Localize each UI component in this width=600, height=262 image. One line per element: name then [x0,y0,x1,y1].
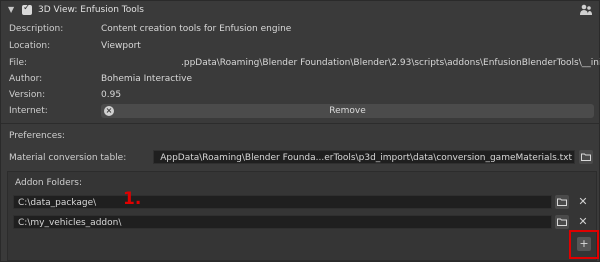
description-value: Content creation tools for Enfusion engi… [101,24,292,34]
addon-folder-path-2[interactable]: C:\my_vehicles_addon\ [13,215,552,229]
version-label: Version: [9,90,46,100]
material-table-label: Material conversion table: [9,153,127,163]
folder-icon [581,153,591,161]
author-value: Bohemia Interactive [101,74,193,84]
file-value: .ppData\Roaming\Blender Foundation\Blend… [181,58,600,68]
remove-button[interactable]: × Remove [101,104,594,118]
addon-folder-browse-2[interactable] [555,215,569,229]
location-value: Viewport [101,41,141,51]
addon-header[interactable]: ▼ 3D View: Enfusion Tools [1,1,599,21]
divider [1,123,599,124]
enable-checkbox[interactable] [22,3,32,15]
close-icon[interactable]: ✕ [577,216,589,228]
close-icon[interactable]: ✕ [577,196,589,208]
description-label: Description: [9,24,64,34]
chevron-down-icon[interactable]: ▼ [8,5,18,15]
addon-folder-path-1[interactable]: C:\data_package\ [13,195,552,209]
version-value: 0.95 [101,90,122,100]
addon-panel: ▼ 3D View: Enfusion Tools Description: C… [0,0,600,262]
annotation-highlight-box [569,230,599,259]
addon-folder-browse-1[interactable] [555,195,569,209]
material-folder-button[interactable] [579,150,593,164]
addon-folders-label: Addon Folders: [15,178,83,188]
remove-label: Remove [329,106,366,116]
addon-title: 3D View: Enfusion Tools [38,5,144,15]
location-label: Location: [9,41,51,51]
file-label: File: [9,58,28,68]
folder-icon [557,218,567,226]
x-circle-icon: × [104,106,114,116]
users-icon [579,4,593,16]
annotation-label: 1. [123,189,142,209]
material-table-field[interactable]: AppData\Roaming\Blender Founda...erTools… [153,150,575,164]
internet-label: Internet: [9,106,48,116]
folder-icon [557,198,567,206]
preferences-label: Preferences: [9,131,65,141]
author-label: Author: [9,74,43,84]
